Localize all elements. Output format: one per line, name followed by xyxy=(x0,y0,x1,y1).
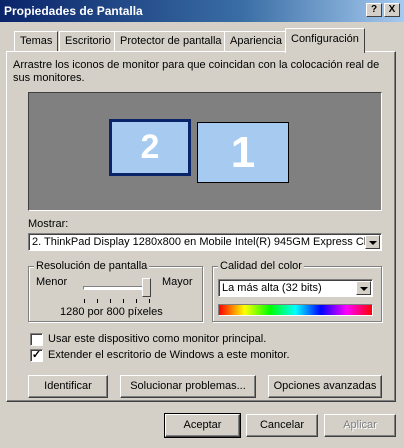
slider-tick xyxy=(136,299,137,303)
slider-tick xyxy=(123,299,124,303)
ok-button[interactable]: Aceptar xyxy=(164,413,241,438)
advanced-options-button[interactable]: Opciones avanzadas xyxy=(268,375,382,398)
tab-apariencia[interactable]: Apariencia xyxy=(224,31,288,51)
chevron-down-icon[interactable] xyxy=(356,281,371,295)
tab-protector[interactable]: Protector de pantalla xyxy=(114,31,228,51)
tab-escritorio[interactable]: Escritorio xyxy=(59,31,117,51)
resolution-group-label: Resolución de pantalla xyxy=(34,260,150,272)
extend-desktop-checkbox[interactable]: ✓ xyxy=(30,349,43,362)
resolution-min-label: Menor xyxy=(36,276,68,288)
help-button[interactable]: ? xyxy=(366,3,382,17)
instructions-text: Arrastre los iconos de monitor para que … xyxy=(13,59,380,84)
display-dropdown-value: 2. ThinkPad Display 1280x800 en Mobile I… xyxy=(32,236,379,248)
color-spectrum-bar xyxy=(218,304,373,316)
primary-monitor-label[interactable]: Usar este dispositivo como monitor princ… xyxy=(48,333,266,345)
extend-desktop-label[interactable]: Extender el escritorio de Windows a este… xyxy=(48,349,290,361)
primary-monitor-checkbox[interactable] xyxy=(30,333,43,346)
apply-button[interactable]: Aplicar xyxy=(324,414,396,437)
color-quality-dropdown[interactable]: La más alta (32 bits) xyxy=(218,279,373,297)
color-quality-group-label: Calidad del color xyxy=(218,260,304,272)
resolution-slider-thumb[interactable] xyxy=(142,278,151,297)
tab-temas[interactable]: Temas xyxy=(14,31,59,51)
slider-tick xyxy=(149,299,150,303)
window-title: Propiedades de Pantalla xyxy=(4,4,143,18)
resolution-max-label: Mayor xyxy=(162,276,193,288)
slider-tick xyxy=(97,299,98,303)
slider-tick xyxy=(110,299,111,303)
color-quality-value: La más alta (32 bits) xyxy=(222,282,322,294)
monitor-2-icon[interactable]: 2 xyxy=(109,119,191,176)
display-dropdown[interactable]: 2. ThinkPad Display 1280x800 en Mobile I… xyxy=(28,233,382,251)
resolution-value: 1280 por 800 píxeles xyxy=(60,306,163,318)
title-bar[interactable]: Propiedades de Pantalla ? X xyxy=(0,0,404,22)
tab-configuracion[interactable]: Configuración xyxy=(285,28,365,53)
slider-tick xyxy=(84,299,85,303)
monitor-arrangement-area[interactable]: 2 1 xyxy=(28,92,382,211)
identify-button[interactable]: Identificar xyxy=(28,375,108,398)
close-button[interactable]: X xyxy=(384,3,400,17)
cancel-button[interactable]: Cancelar xyxy=(246,414,318,437)
troubleshoot-button[interactable]: Solucionar problemas... xyxy=(120,375,256,398)
chevron-down-icon[interactable] xyxy=(365,235,380,249)
monitor-1-icon[interactable]: 1 xyxy=(197,122,289,183)
display-label: Mostrar: xyxy=(28,218,69,230)
resolution-slider-track[interactable] xyxy=(83,286,151,290)
